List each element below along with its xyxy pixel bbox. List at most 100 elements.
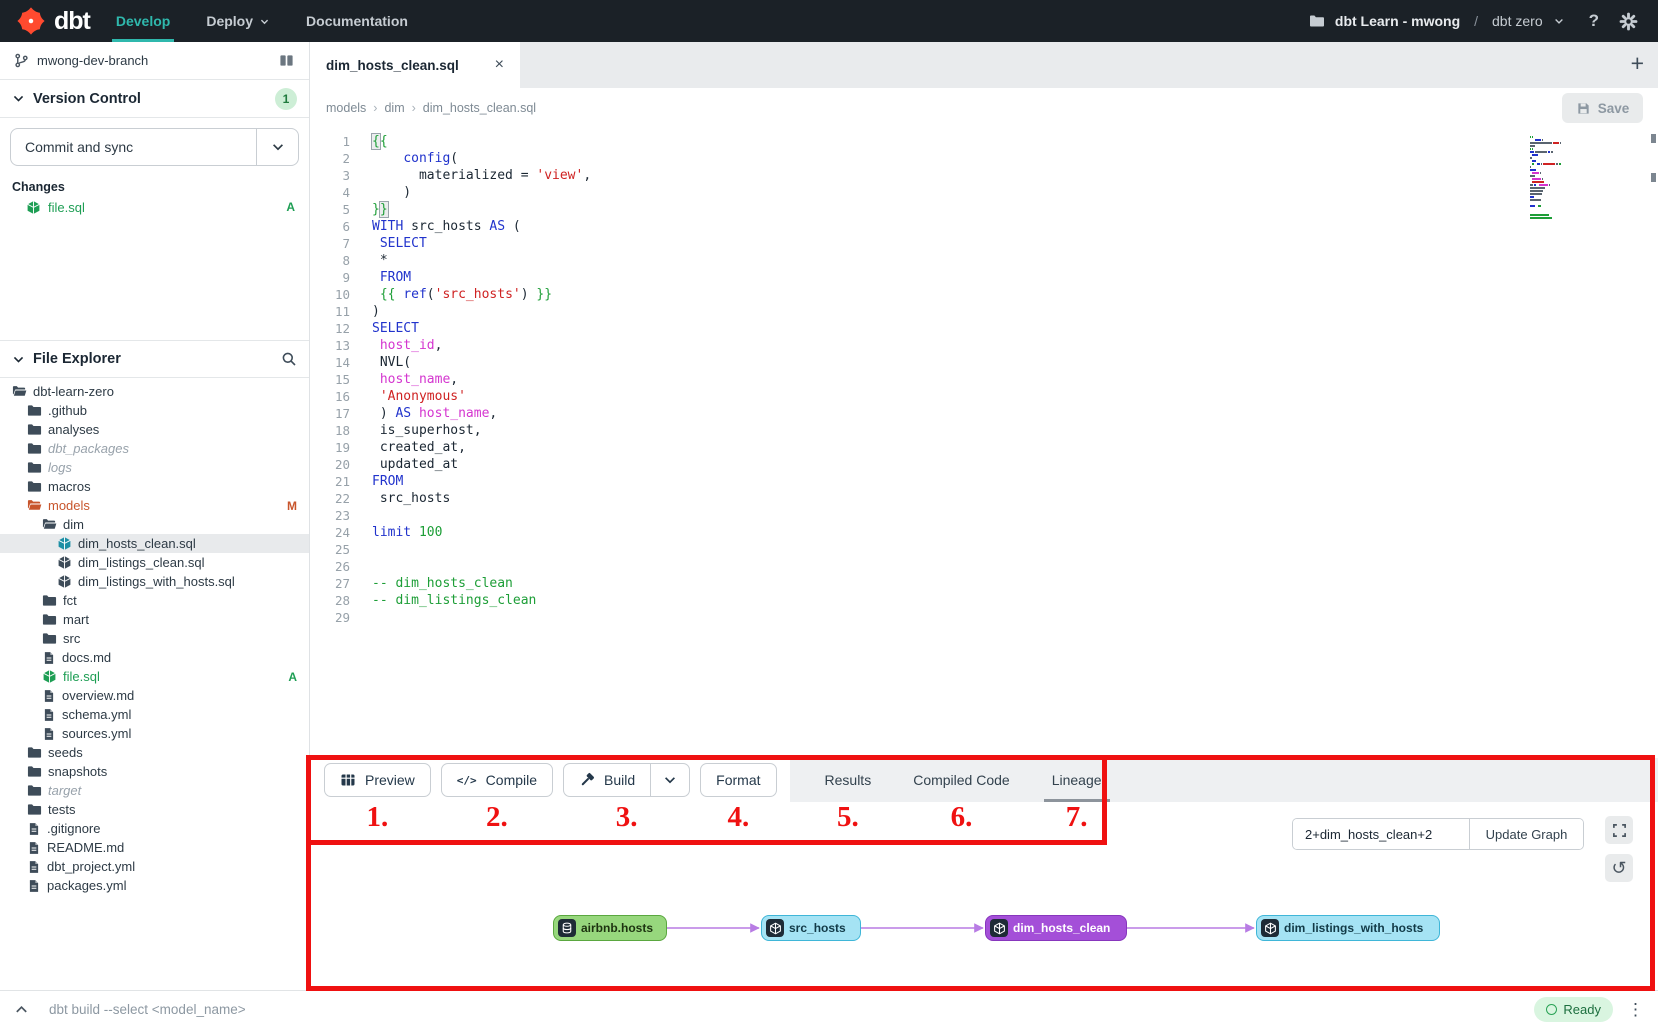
build-label: Build	[604, 772, 635, 788]
tree-item-seeds[interactable]: seeds	[0, 743, 309, 762]
file-explorer-header[interactable]: File Explorer	[0, 340, 309, 378]
tree-item-tests[interactable]: tests	[0, 800, 309, 819]
tree-item-target[interactable]: target	[0, 781, 309, 800]
save-icon	[1576, 101, 1591, 116]
tree-item-logs[interactable]: logs	[0, 458, 309, 477]
fullscreen-button[interactable]	[1605, 816, 1633, 844]
line-number: 17	[310, 405, 350, 422]
folder-icon	[27, 479, 42, 494]
minimap-line	[1530, 136, 1562, 138]
tree-item--gitignore[interactable]: .gitignore	[0, 819, 309, 838]
lineage-node-src-hosts[interactable]: src_hosts	[761, 915, 861, 941]
panel-tab-compiled-code[interactable]: Compiled Code	[901, 758, 1022, 802]
code-text: }}	[372, 201, 388, 218]
tree-item-docs-md[interactable]: docs.md	[0, 648, 309, 667]
chevron-up-icon[interactable]	[14, 1002, 29, 1017]
line-number: 21	[310, 473, 350, 490]
save-button[interactable]: Save	[1562, 93, 1643, 123]
breadcrumb-row: models›dim›dim_hosts_clean.sql Save	[310, 88, 1658, 128]
tree-item-schema-yml[interactable]: schema.yml	[0, 705, 309, 724]
lineage-selector-input[interactable]	[1293, 819, 1469, 849]
tree-item-dim-listings-with-hosts-sql[interactable]: dim_listings_with_hosts.sql	[0, 572, 309, 591]
model-cube-icon	[26, 200, 41, 215]
breadcrumb-item[interactable]: models	[326, 101, 366, 115]
panel-tab-lineage[interactable]: Lineage	[1040, 758, 1114, 802]
search-icon[interactable]	[281, 351, 297, 367]
nav-documentation[interactable]: Documentation	[306, 0, 408, 42]
gear-icon[interactable]	[1619, 12, 1638, 31]
commit-and-sync-label[interactable]: Commit and sync	[11, 129, 256, 165]
nav-develop[interactable]: Develop	[116, 0, 170, 42]
editor-minimap[interactable]	[1530, 136, 1562, 223]
environment-selector[interactable]: dbt zero	[1492, 13, 1543, 29]
status-badge[interactable]: Ready	[1534, 997, 1613, 1022]
reset-view-button[interactable]: ↺	[1605, 854, 1633, 882]
tree-item-dim-hosts-clean-sql[interactable]: dim_hosts_clean.sql	[0, 534, 309, 553]
save-label: Save	[1598, 101, 1630, 116]
tree-item-label: dim_hosts_clean.sql	[78, 536, 196, 551]
close-icon[interactable]: ×	[495, 56, 504, 74]
lineage-node-dim-listings-with-hosts[interactable]: dim_listings_with_hosts	[1256, 915, 1440, 941]
tree-item-packages-yml[interactable]: packages.yml	[0, 876, 309, 895]
lineage-node-dim-hosts-clean[interactable]: dim_hosts_clean	[985, 915, 1127, 941]
tree-item-src[interactable]: src	[0, 629, 309, 648]
breadcrumb-item[interactable]: dim_hosts_clean.sql	[423, 101, 536, 115]
tree-item-snapshots[interactable]: snapshots	[0, 762, 309, 781]
nav-deploy[interactable]: Deploy	[206, 0, 270, 42]
tree-item-analyses[interactable]: analyses	[0, 420, 309, 439]
preview-button[interactable]: Preview	[324, 763, 431, 797]
tree-item-dim[interactable]: dim	[0, 515, 309, 534]
new-tab-icon[interactable]: +	[1631, 50, 1644, 77]
code-text: {{	[372, 133, 388, 150]
project-name[interactable]: dbt Learn - mwong	[1335, 13, 1460, 29]
dbt-logo[interactable]: dbt	[0, 6, 116, 36]
chevron-down-icon[interactable]	[1553, 15, 1565, 27]
build-options-chevron[interactable]	[650, 763, 690, 797]
line-number: 12	[310, 320, 350, 337]
code-line: 18 is_superhost,	[310, 422, 1658, 439]
code-text: FROM	[372, 473, 403, 490]
kebab-menu-icon[interactable]: ⋮	[1627, 1000, 1644, 1020]
code-editor[interactable]: 1{{2 config(3 materialized = 'view',4 )5…	[310, 128, 1658, 758]
tree-item-file-sql[interactable]: file.sqlA	[0, 667, 309, 686]
changed-file-row[interactable]: file.sql A	[0, 196, 309, 218]
version-control-header[interactable]: Version Control 1	[0, 80, 309, 118]
code-text: updated_at	[372, 456, 458, 473]
compile-button[interactable]: </>Compile	[441, 763, 553, 797]
line-number: 18	[310, 422, 350, 439]
tree-item-models[interactable]: modelsM	[0, 496, 309, 515]
tree-item-fct[interactable]: fct	[0, 591, 309, 610]
branch-row[interactable]: mwong-dev-branch	[0, 42, 309, 80]
format-button[interactable]: Format	[700, 763, 776, 797]
split-view-icon[interactable]	[278, 53, 295, 68]
code-line: 6WITH src_hosts AS (	[310, 218, 1658, 235]
tree-item-overview-md[interactable]: overview.md	[0, 686, 309, 705]
breadcrumb-item[interactable]: dim	[384, 101, 404, 115]
tree-item-dim-listings-clean-sql[interactable]: dim_listings_clean.sql	[0, 553, 309, 572]
code-line: 26	[310, 558, 1658, 575]
tree-item-dbt-packages[interactable]: dbt_packages	[0, 439, 309, 458]
tree-item-label: seeds	[48, 745, 83, 760]
update-graph-button[interactable]: Update Graph	[1469, 819, 1583, 849]
commit-options-chevron[interactable]	[256, 129, 298, 165]
panel-tab-results[interactable]: Results	[813, 758, 884, 802]
tree-item--github[interactable]: .github	[0, 401, 309, 420]
model-cube-icon	[42, 669, 57, 684]
code-line: 10 {{ ref('src_hosts') }}	[310, 286, 1658, 303]
lineage-node-airbnb-hosts[interactable]: airbnb.hosts	[553, 915, 667, 941]
help-icon[interactable]: ?	[1589, 11, 1599, 31]
model-cube-icon	[57, 574, 72, 589]
model-cube-icon	[766, 919, 784, 937]
tree-item-dbt-project-yml[interactable]: dbt_project.yml	[0, 857, 309, 876]
tree-item-sources-yml[interactable]: sources.yml	[0, 724, 309, 743]
git-status-badge: A	[286, 200, 295, 214]
nav-deploy-label: Deploy	[206, 13, 253, 29]
code-text: WITH src_hosts AS (	[372, 218, 521, 235]
tree-item-mart[interactable]: mart	[0, 610, 309, 629]
tab-dim-hosts-clean[interactable]: dim_hosts_clean.sql ×	[310, 42, 520, 88]
tree-item-dbt-learn-zero[interactable]: dbt-learn-zero	[0, 382, 309, 401]
tree-item-macros[interactable]: macros	[0, 477, 309, 496]
tree-item-readme-md[interactable]: README.md	[0, 838, 309, 857]
build-button[interactable]: Build	[563, 763, 650, 797]
commit-and-sync-button[interactable]: Commit and sync	[10, 128, 299, 166]
